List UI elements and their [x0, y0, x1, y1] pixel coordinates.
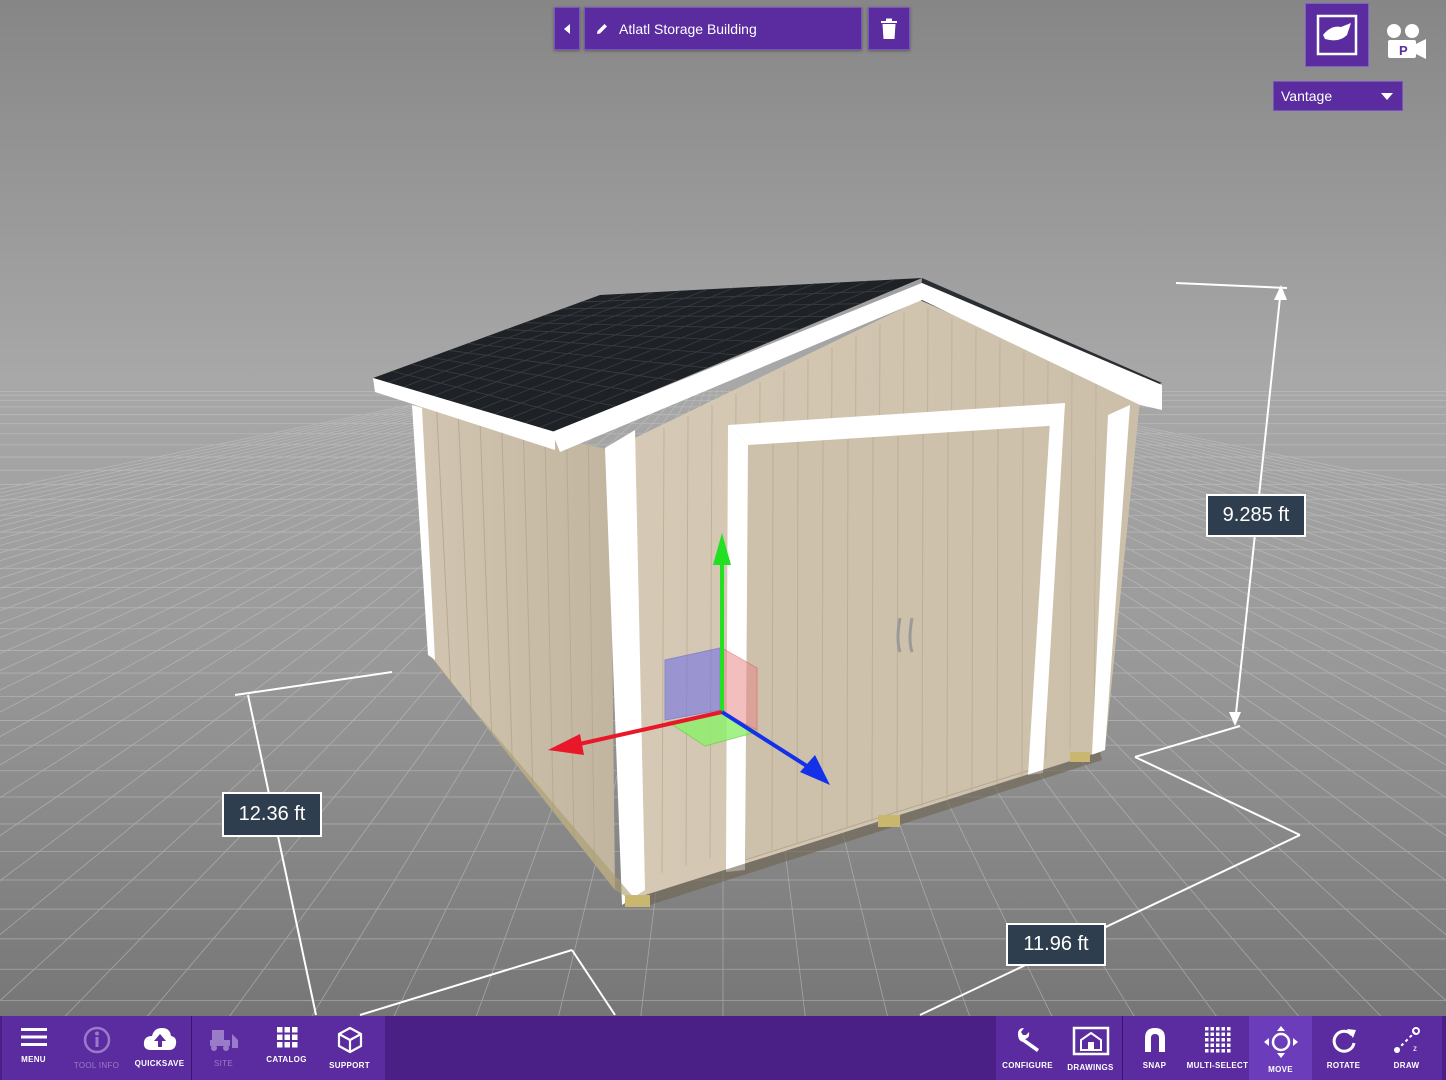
- cloud-upload-icon: [143, 1028, 176, 1050]
- collapse-button[interactable]: [554, 7, 580, 50]
- move-icon: [1263, 1026, 1298, 1058]
- title-bar: Atlatl Storage Building: [554, 7, 910, 50]
- tool-info-button[interactable]: TOOL INFO: [65, 1016, 128, 1080]
- draw-button[interactable]: z DRAW: [1375, 1016, 1438, 1080]
- draw-icon: z: [1393, 1027, 1420, 1053]
- support-button[interactable]: SUPPORT: [318, 1016, 381, 1080]
- hamburger-icon: [20, 1028, 47, 1046]
- rename-project-button[interactable]: Atlatl Storage Building: [584, 7, 862, 50]
- svg-text:P: P: [1399, 43, 1408, 58]
- camera-icon[interactable]: P: [1384, 22, 1428, 62]
- rotate-icon: [1332, 1029, 1356, 1053]
- pencil-icon: [597, 23, 607, 34]
- catalog-button[interactable]: CATALOG: [255, 1016, 318, 1080]
- 3d-viewport[interactable]: [0, 0, 1446, 1080]
- wrench-icon: [1017, 1028, 1039, 1052]
- width-dimension-label[interactable]: 11.96 ft: [1006, 923, 1106, 966]
- rotate-button[interactable]: ROTATE: [1312, 1016, 1375, 1080]
- trash-icon: [881, 18, 897, 39]
- cube-icon: [337, 1026, 362, 1054]
- delete-button[interactable]: [868, 7, 910, 50]
- magnet-icon: [1144, 1028, 1165, 1052]
- depth-dimension-label[interactable]: 12.36 ft: [222, 792, 322, 837]
- snap-button[interactable]: SNAP: [1123, 1016, 1186, 1080]
- bottom-toolbar: MENU TOOL INFO QUICKSAVE SITE CATALOG SU…: [0, 1016, 1446, 1080]
- toolbar-right-group: CONFIGURE DRAWINGS SNAP MULTI-SELECT MOV…: [996, 1016, 1442, 1080]
- drawings-button[interactable]: DRAWINGS: [1059, 1016, 1122, 1080]
- configure-button[interactable]: CONFIGURE: [996, 1016, 1059, 1080]
- perspective-view-icon: [1316, 14, 1358, 56]
- quicksave-button[interactable]: QUICKSAVE: [128, 1016, 191, 1080]
- info-icon: [83, 1026, 110, 1054]
- caret-down-icon: [1381, 93, 1393, 100]
- toolbar-left-group: MENU TOOL INFO QUICKSAVE SITE CATALOG SU…: [2, 1016, 385, 1080]
- chevron-left-icon: [564, 23, 570, 34]
- project-title: Atlatl Storage Building: [619, 20, 757, 37]
- vantage-value: Vantage: [1281, 88, 1333, 104]
- bulldozer-icon: [209, 1030, 238, 1051]
- move-button[interactable]: MOVE: [1249, 1016, 1312, 1080]
- multi-select-button[interactable]: MULTI-SELECT: [1186, 1016, 1249, 1080]
- svg-text:z: z: [1413, 1044, 1417, 1053]
- site-button[interactable]: SITE: [192, 1016, 255, 1080]
- dotted-grid-icon: [1204, 1027, 1230, 1053]
- grid-icon: [276, 1027, 297, 1048]
- menu-button[interactable]: MENU: [2, 1016, 65, 1080]
- height-dimension-label[interactable]: 9.285 ft: [1206, 494, 1306, 537]
- blueprint-icon: [1072, 1026, 1109, 1056]
- vantage-dropdown[interactable]: Vantage: [1273, 81, 1403, 111]
- view-mode-button[interactable]: [1305, 3, 1369, 67]
